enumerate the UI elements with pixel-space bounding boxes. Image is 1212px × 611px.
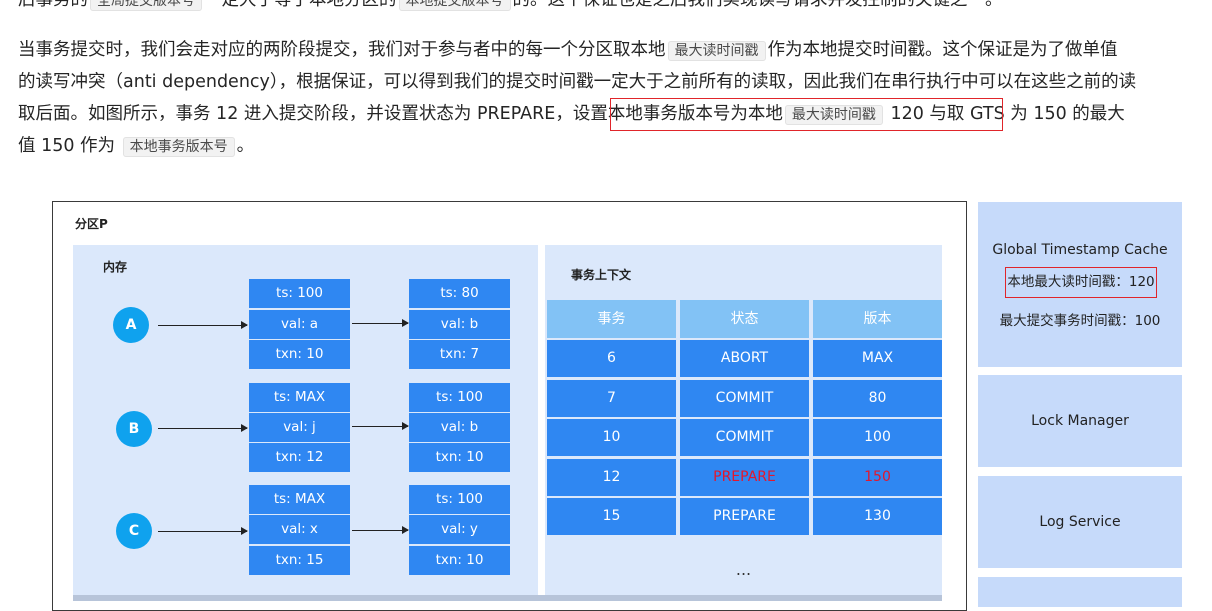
table-header: 版本	[813, 300, 942, 338]
table-cell: MAX	[813, 340, 942, 377]
node-b: B	[116, 411, 152, 447]
code-chip: 本地事务版本号	[122, 137, 235, 157]
record-cell: ts: 100	[409, 383, 510, 412]
bottom-strip	[73, 595, 942, 601]
arrow	[158, 321, 248, 329]
log-service-box: Log Service	[978, 476, 1182, 568]
table-header: 事务	[547, 300, 676, 338]
max-read-timestamp: 本地最大读时间戳：120	[1005, 267, 1157, 298]
code-chip: 本地提交版本号	[398, 0, 511, 11]
table-cell: 12	[547, 459, 676, 496]
node-a: A	[113, 307, 149, 343]
max-commit-timestamp: 最大提交事务时间戳：100	[999, 313, 1161, 329]
table-cell: 6	[547, 340, 676, 377]
paragraph-top: 后事务的 全局提交版本号 一定大于等于本地分区的 本地提交版本号 的。这个保证也是之后我…	[18, 0, 1212, 16]
context-title: 事务上下文	[571, 268, 632, 282]
record-cell: ts: MAX	[249, 383, 350, 412]
arrow	[158, 527, 248, 535]
table-ellipsis: ...	[735, 560, 752, 579]
memory-title: 内存	[103, 260, 128, 274]
table-cell: 80	[813, 380, 942, 417]
table-cell: 130	[813, 498, 942, 535]
record-cell: txn: 7	[409, 340, 510, 369]
table-cell: 7	[547, 380, 676, 417]
table-cell: 100	[813, 419, 942, 456]
highlight-box	[610, 98, 1003, 131]
table-header: 状态	[680, 300, 809, 338]
record-cell: ts: 100	[249, 279, 350, 308]
record-cell: val: b	[409, 413, 510, 442]
line-0: 后事务的 全局提交版本号 一定大于等于本地分区的 本地提交版本号 的。这个保证也是之后我…	[18, 0, 1212, 16]
table-cell-highlight: 150	[813, 459, 942, 496]
line-2: 的读写冲突（anti dependency），根据保证，可以得到我们的提交时间戳…	[18, 72, 1137, 92]
table-cell: COMMIT	[680, 419, 809, 456]
record-cell: val: b	[409, 310, 510, 339]
record-cell: txn: 10	[409, 443, 510, 472]
record-cell: txn: 15	[249, 546, 350, 575]
partition-title: 分区P	[75, 217, 108, 231]
record-cell: val: j	[249, 413, 350, 442]
code-chip: 全局提交版本号	[90, 0, 202, 11]
table-cell: PREPARE	[680, 498, 809, 535]
code-chip: 最大读时间戳	[667, 41, 766, 61]
record-cell: txn: 12	[249, 443, 350, 472]
record-cell: val: y	[409, 515, 510, 544]
arrow	[158, 424, 248, 432]
node-c: C	[116, 513, 152, 549]
table-cell: 15	[547, 498, 676, 535]
side-box-extra	[978, 577, 1182, 607]
table-cell-highlight: PREPARE	[680, 459, 809, 496]
record-cell: txn: 10	[409, 546, 510, 575]
record-cell: txn: 10	[249, 340, 350, 369]
line-1: 当事务提交时，我们会走对应的两阶段提交，我们对于参与者中的每一个分区取本地 最大读…	[18, 40, 1118, 61]
record-cell: val: x	[249, 515, 350, 544]
line-4: 值 150 作为 本地事务版本号。	[18, 136, 255, 157]
table-cell: 10	[547, 419, 676, 456]
record-cell: ts: 100	[409, 485, 510, 514]
arrow	[352, 319, 409, 327]
record-cell: ts: MAX	[249, 485, 350, 514]
record-cell: ts: 80	[409, 279, 510, 308]
table-cell: COMMIT	[680, 380, 809, 417]
table-cell: ABORT	[680, 340, 809, 377]
cache-title: Global Timestamp Cache	[992, 242, 1168, 258]
arrow	[352, 422, 409, 430]
arrow	[352, 526, 409, 534]
record-cell: val: a	[249, 310, 350, 339]
lock-manager-box: Lock Manager	[978, 375, 1182, 467]
